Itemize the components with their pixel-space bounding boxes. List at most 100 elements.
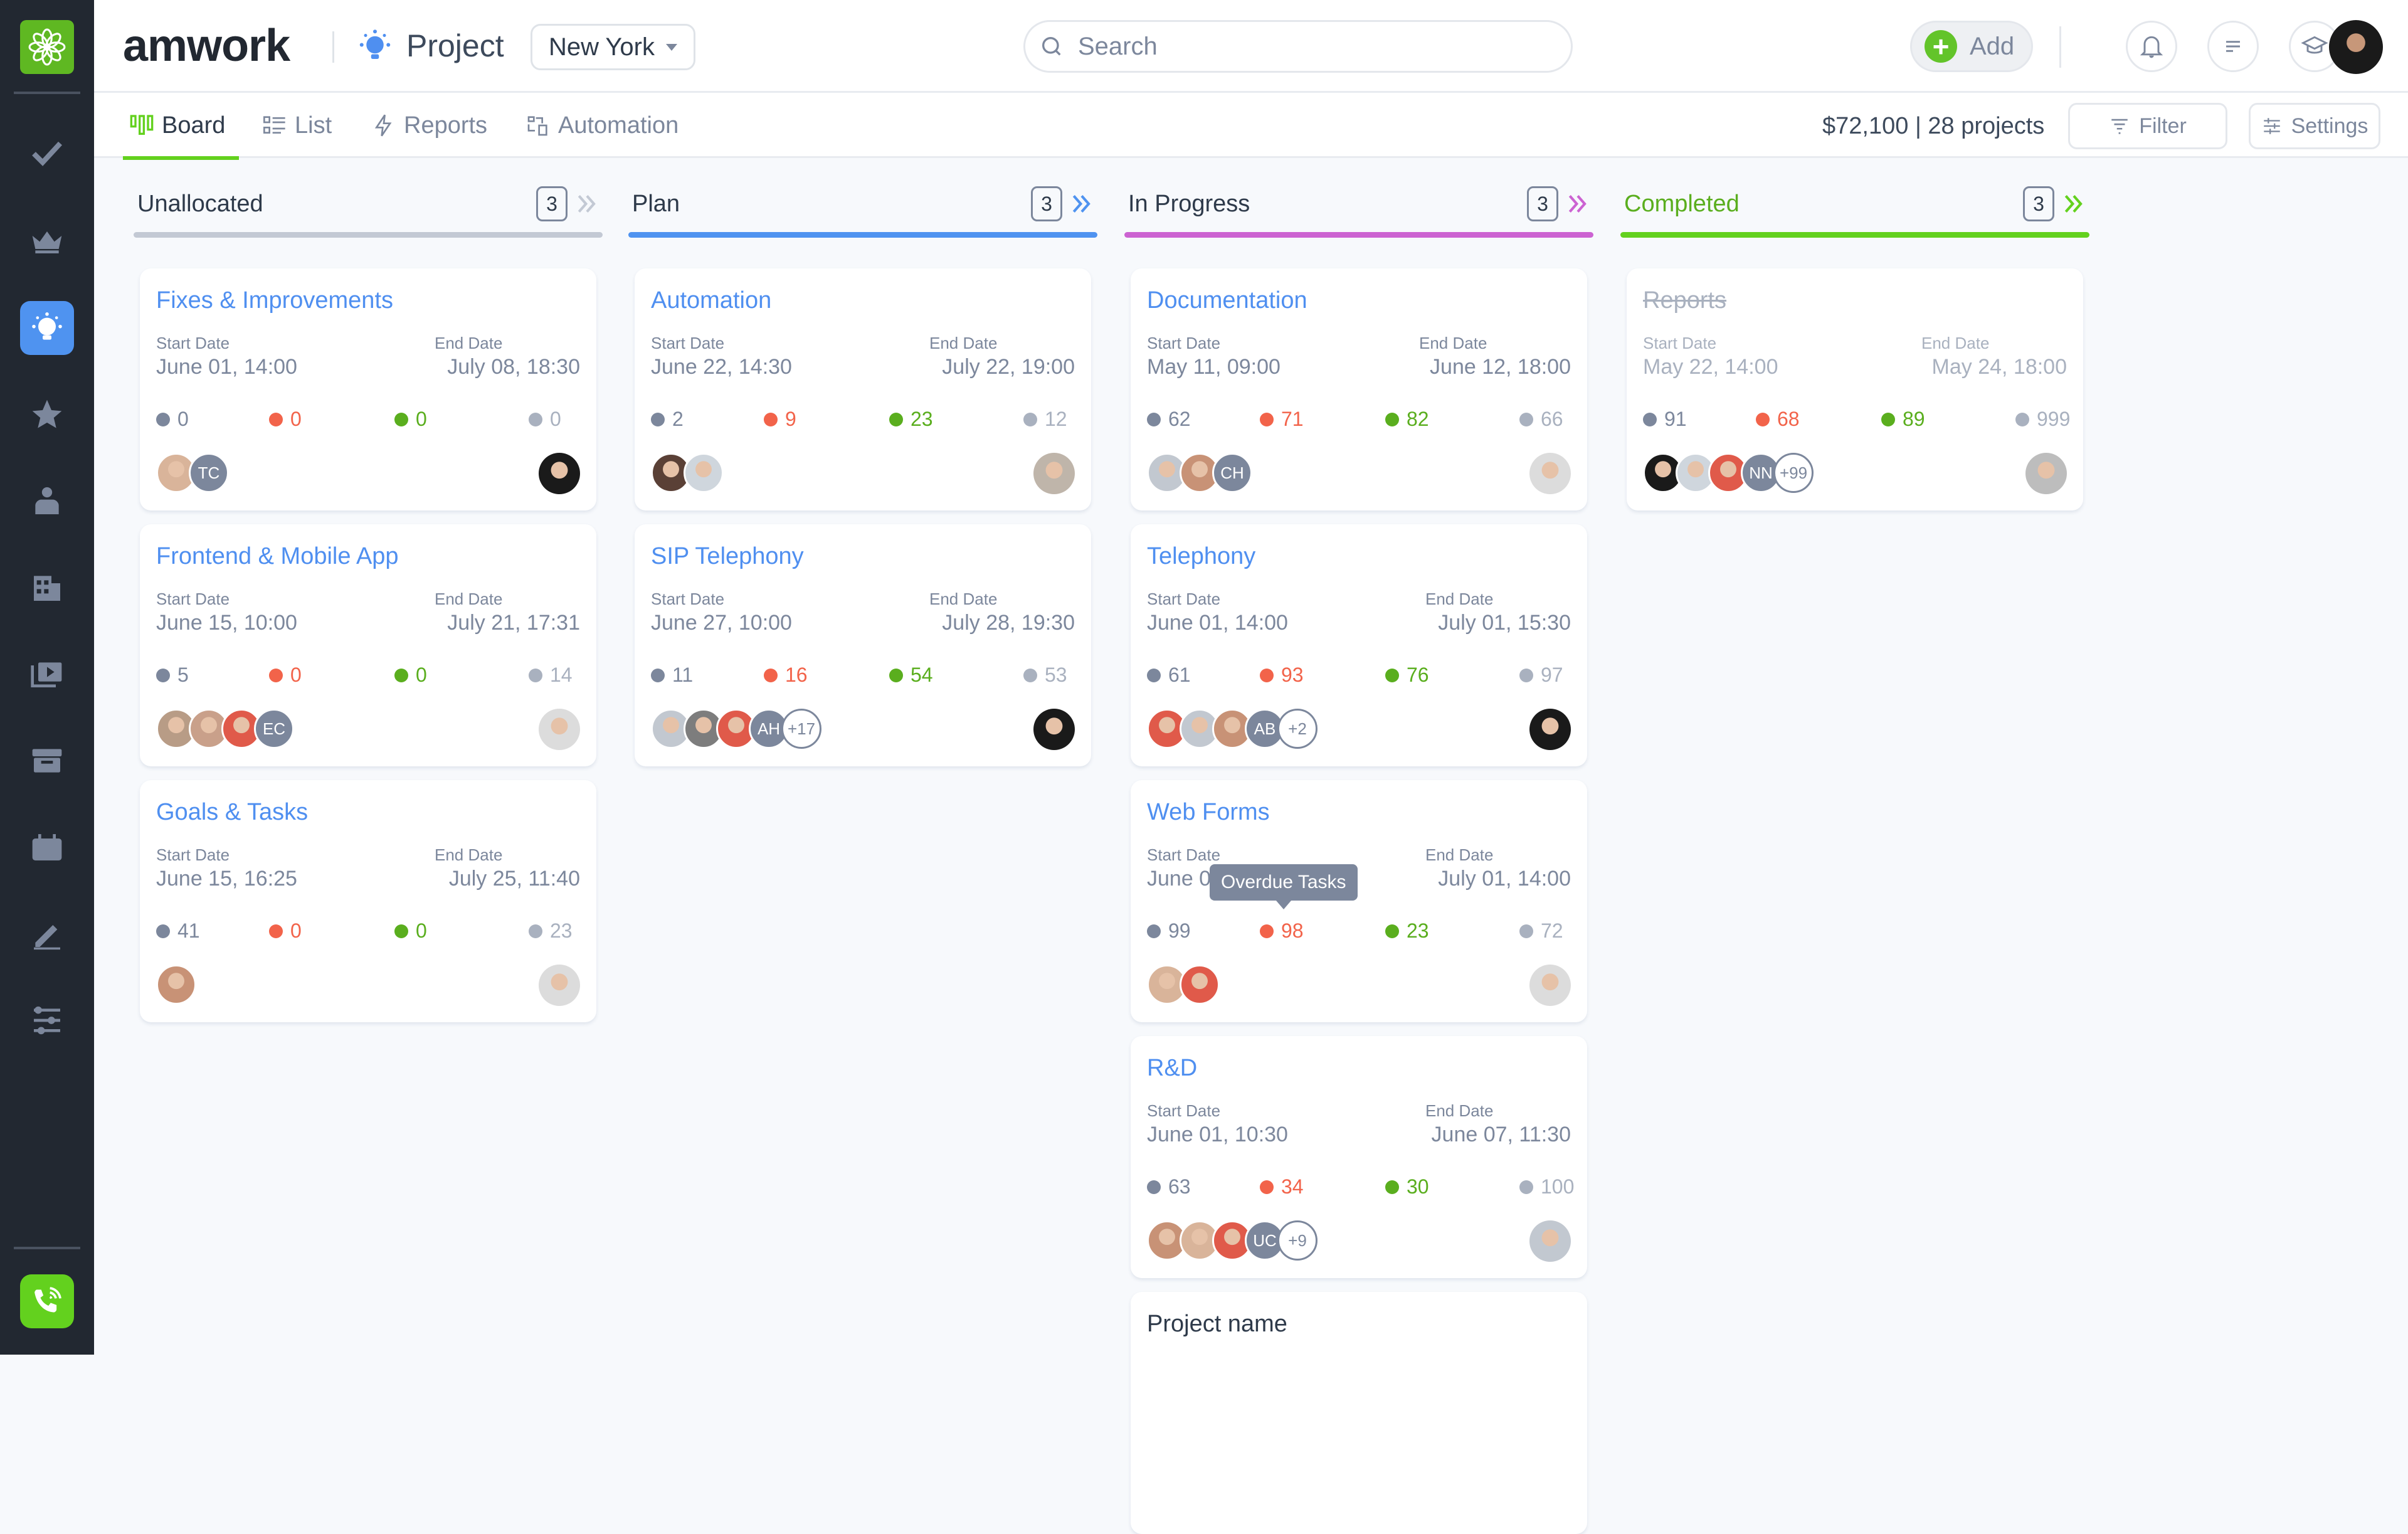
owner-avatar[interactable]: [1529, 453, 1571, 494]
stat-completed-tasks[interactable]: 54: [889, 664, 933, 687]
more-members-badge[interactable]: +17: [781, 709, 821, 749]
stat-overdue-tasks[interactable]: 0: [269, 408, 302, 431]
stat-total-tasks[interactable]: 0: [156, 408, 189, 431]
stat-overdue-tasks[interactable]: 98: [1260, 919, 1304, 943]
project-card[interactable]: Project name: [1131, 1292, 1587, 1534]
stat-overdue-tasks[interactable]: 34: [1260, 1175, 1304, 1198]
project-title[interactable]: Web Forms: [1147, 799, 1270, 826]
sidebar-item-calendar[interactable]: [20, 820, 74, 874]
stat-total-tasks[interactable]: 11: [651, 664, 693, 687]
stat-completed-tasks[interactable]: 89: [1881, 408, 1925, 431]
search-input[interactable]: [1078, 32, 1517, 61]
project-title[interactable]: Frontend & Mobile App: [156, 543, 399, 570]
messages-button[interactable]: [2207, 21, 2259, 72]
stat-completed-tasks[interactable]: 30: [1385, 1175, 1429, 1198]
owner-avatar[interactable]: [1033, 709, 1075, 750]
stat-total-tasks[interactable]: 41: [156, 919, 200, 943]
owner-avatar[interactable]: [1529, 709, 1571, 750]
stat-other-tasks[interactable]: 23: [529, 919, 573, 943]
search-box[interactable]: [1023, 20, 1573, 73]
tab-list[interactable]: List: [262, 93, 332, 158]
stat-total-tasks[interactable]: 2: [651, 408, 684, 431]
stat-total-tasks[interactable]: 61: [1147, 664, 1191, 687]
stat-completed-tasks[interactable]: 76: [1385, 664, 1429, 687]
project-card[interactable]: Telephony Start Date June 01, 14:00 End …: [1131, 524, 1587, 766]
stat-total-tasks[interactable]: 5: [156, 664, 189, 687]
project-title[interactable]: SIP Telephony: [651, 543, 804, 570]
sidebar-item-tasks[interactable]: [20, 127, 74, 181]
member-avatar[interactable]: [156, 965, 196, 1005]
app-logo[interactable]: [20, 20, 74, 74]
member-initials-avatar[interactable]: CH: [1212, 453, 1252, 493]
city-select[interactable]: New York: [531, 24, 695, 70]
project-card[interactable]: R&D Start Date June 01, 10:30 End Date J…: [1131, 1036, 1587, 1278]
stat-completed-tasks[interactable]: 0: [394, 919, 427, 943]
owner-avatar[interactable]: [1033, 453, 1075, 494]
owner-avatar[interactable]: [1529, 1220, 1571, 1262]
new-project-name[interactable]: Project name: [1147, 1311, 1287, 1338]
more-members-badge[interactable]: +99: [1773, 453, 1814, 493]
member-avatar[interactable]: [684, 453, 724, 493]
tab-board[interactable]: Board: [122, 93, 240, 160]
stat-other-tasks[interactable]: 14: [529, 664, 573, 687]
stat-completed-tasks[interactable]: 0: [394, 408, 427, 431]
phone-button[interactable]: [20, 1274, 74, 1328]
stat-other-tasks[interactable]: 100: [1519, 1175, 1574, 1198]
stat-overdue-tasks[interactable]: 0: [269, 919, 302, 943]
stat-overdue-tasks[interactable]: 0: [269, 664, 302, 687]
expand-arrows-icon[interactable]: [1566, 192, 1590, 216]
project-title[interactable]: Reports: [1643, 287, 1726, 314]
sidebar-item-notes[interactable]: [20, 907, 74, 961]
stat-overdue-tasks[interactable]: 9: [764, 408, 796, 431]
expand-arrows-icon[interactable]: [2062, 192, 2086, 216]
sidebar-item-settings[interactable]: [20, 993, 74, 1047]
filter-button[interactable]: Filter: [2068, 103, 2227, 149]
more-members-badge[interactable]: +9: [1277, 1220, 1318, 1261]
project-title[interactable]: R&D: [1147, 1055, 1197, 1082]
stat-other-tasks[interactable]: 999: [2015, 408, 2070, 431]
brand-logo-text[interactable]: amwork: [123, 20, 290, 71]
owner-avatar[interactable]: [2025, 453, 2067, 494]
member-avatar[interactable]: [1180, 965, 1220, 1005]
stat-completed-tasks[interactable]: 23: [889, 408, 933, 431]
stat-other-tasks[interactable]: 12: [1023, 408, 1067, 431]
user-avatar[interactable]: [2329, 20, 2383, 74]
stat-total-tasks[interactable]: 62: [1147, 408, 1191, 431]
sidebar-item-favorites[interactable]: [20, 388, 74, 442]
sidebar-item-archive[interactable]: [20, 734, 74, 788]
stat-overdue-tasks[interactable]: 68: [1756, 408, 1800, 431]
notifications-button[interactable]: [2126, 21, 2177, 72]
project-title[interactable]: Documentation: [1147, 287, 1307, 314]
member-initials-avatar[interactable]: TC: [189, 453, 229, 493]
project-title[interactable]: Automation: [651, 287, 771, 314]
project-card[interactable]: Documentation Start Date May 11, 09:00 E…: [1131, 268, 1587, 510]
stat-total-tasks[interactable]: 63: [1147, 1175, 1191, 1198]
stat-other-tasks[interactable]: 53: [1023, 664, 1067, 687]
owner-avatar[interactable]: [539, 453, 580, 494]
stat-completed-tasks[interactable]: 0: [394, 664, 427, 687]
stat-other-tasks[interactable]: 0: [529, 408, 561, 431]
project-card[interactable]: Automation Start Date June 22, 14:30 End…: [635, 268, 1091, 510]
sidebar-item-media[interactable]: [20, 647, 74, 701]
sidebar-item-crown[interactable]: [20, 213, 74, 267]
stat-overdue-tasks[interactable]: 16: [764, 664, 808, 687]
sidebar-item-projects[interactable]: [20, 301, 74, 355]
project-card[interactable]: Web Forms Start Date June 01, 14:00 End …: [1131, 780, 1587, 1022]
sidebar-item-companies[interactable]: [20, 561, 74, 615]
project-card[interactable]: Reports Start Date May 22, 14:00 End Dat…: [1627, 268, 2083, 510]
project-title[interactable]: Fixes & Improvements: [156, 287, 393, 314]
settings-button[interactable]: Settings: [2249, 103, 2380, 149]
stat-overdue-tasks[interactable]: 71: [1260, 408, 1304, 431]
stat-completed-tasks[interactable]: 23: [1385, 919, 1429, 943]
expand-arrows-icon[interactable]: [1070, 192, 1094, 216]
add-button[interactable]: + Add: [1910, 21, 2033, 72]
more-members-badge[interactable]: +2: [1277, 709, 1318, 749]
member-initials-avatar[interactable]: EC: [254, 709, 294, 749]
project-card[interactable]: Goals & Tasks Start Date June 15, 16:25 …: [140, 780, 596, 1022]
stat-total-tasks[interactable]: 99: [1147, 919, 1191, 943]
stat-other-tasks[interactable]: 97: [1519, 664, 1563, 687]
project-card[interactable]: SIP Telephony Start Date June 27, 10:00 …: [635, 524, 1091, 766]
tab-reports[interactable]: Reports: [371, 93, 487, 158]
owner-avatar[interactable]: [539, 965, 580, 1006]
project-card[interactable]: Frontend & Mobile App Start Date June 15…: [140, 524, 596, 766]
